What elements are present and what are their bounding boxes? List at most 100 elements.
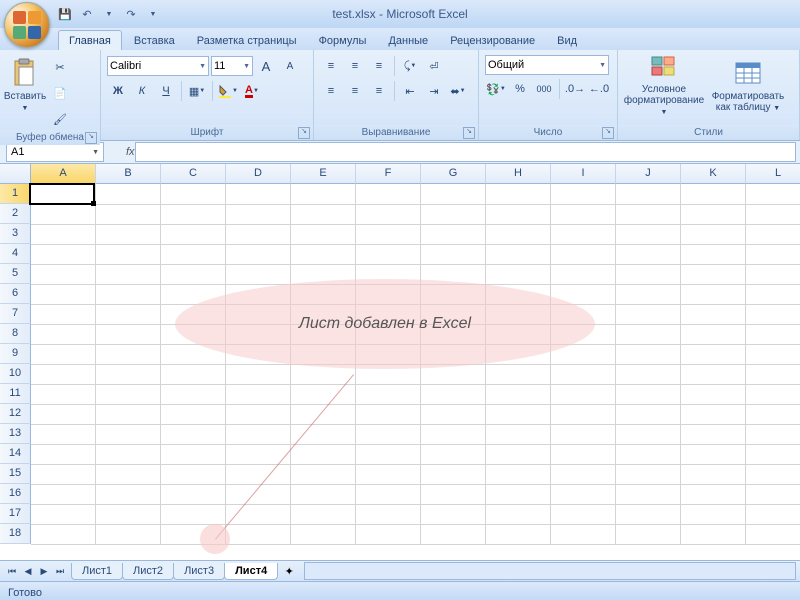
cell[interactable] bbox=[226, 284, 291, 305]
cell[interactable] bbox=[356, 424, 421, 445]
cell[interactable] bbox=[356, 204, 421, 225]
row-header-12[interactable]: 12 bbox=[0, 404, 31, 424]
cell[interactable] bbox=[161, 244, 226, 265]
cell[interactable] bbox=[421, 204, 486, 225]
office-button[interactable] bbox=[4, 2, 50, 48]
align-center-icon[interactable]: ≡ bbox=[344, 80, 366, 102]
cell[interactable] bbox=[421, 444, 486, 465]
row-header-17[interactable]: 17 bbox=[0, 504, 31, 524]
cell[interactable] bbox=[96, 484, 161, 505]
cell[interactable] bbox=[291, 524, 356, 545]
cell[interactable] bbox=[226, 344, 291, 365]
cell[interactable] bbox=[226, 324, 291, 345]
cell[interactable] bbox=[746, 484, 800, 505]
cell[interactable] bbox=[356, 304, 421, 325]
cell[interactable] bbox=[746, 384, 800, 405]
font-size-combo[interactable]: 11▼ bbox=[211, 56, 253, 76]
cell[interactable] bbox=[551, 464, 616, 485]
cell[interactable] bbox=[486, 284, 551, 305]
sheet-tab-3[interactable]: Лист4 bbox=[224, 563, 278, 580]
cell[interactable] bbox=[356, 404, 421, 425]
cell[interactable] bbox=[31, 184, 96, 205]
increase-decimal-icon[interactable]: .0→ bbox=[564, 78, 586, 100]
orientation-icon[interactable]: ⤹▼ bbox=[399, 55, 421, 77]
cell[interactable] bbox=[31, 504, 96, 525]
cell[interactable] bbox=[486, 464, 551, 485]
cell[interactable] bbox=[551, 344, 616, 365]
cell[interactable] bbox=[551, 264, 616, 285]
cell[interactable] bbox=[291, 484, 356, 505]
cell[interactable] bbox=[616, 264, 681, 285]
cell[interactable] bbox=[31, 444, 96, 465]
cell[interactable] bbox=[551, 404, 616, 425]
underline-button[interactable]: Ч bbox=[155, 80, 177, 102]
sheet-first-icon[interactable]: ⏮ bbox=[4, 566, 20, 577]
row-header-6[interactable]: 6 bbox=[0, 284, 31, 304]
ribbon-tab-1[interactable]: Вставка bbox=[124, 31, 185, 50]
cell[interactable] bbox=[616, 284, 681, 305]
cell[interactable] bbox=[226, 184, 291, 205]
cell[interactable] bbox=[421, 504, 486, 525]
cell[interactable] bbox=[551, 524, 616, 545]
cell[interactable] bbox=[421, 324, 486, 345]
sheet-tab-0[interactable]: Лист1 bbox=[71, 563, 123, 580]
sheet-prev-icon[interactable]: ◀ bbox=[20, 566, 36, 577]
horizontal-scrollbar[interactable] bbox=[304, 562, 796, 580]
format-table-button[interactable]: Форматировать как таблицу ▼ bbox=[709, 52, 787, 118]
cell[interactable] bbox=[616, 424, 681, 445]
cell[interactable] bbox=[356, 344, 421, 365]
spreadsheet-grid[interactable]: ABCDEFGHIJKL 123456789101112131415161718… bbox=[0, 164, 800, 560]
cell[interactable] bbox=[31, 204, 96, 225]
cell[interactable] bbox=[746, 204, 800, 225]
cell[interactable] bbox=[161, 184, 226, 205]
cell[interactable] bbox=[161, 524, 226, 545]
merge-icon[interactable]: ⬌▼ bbox=[447, 80, 469, 102]
cell[interactable] bbox=[616, 484, 681, 505]
cell[interactable] bbox=[746, 224, 800, 245]
row-header-1[interactable]: 1 bbox=[0, 184, 31, 204]
cell[interactable] bbox=[96, 504, 161, 525]
cell[interactable] bbox=[356, 504, 421, 525]
cell[interactable] bbox=[31, 364, 96, 385]
cell[interactable] bbox=[291, 444, 356, 465]
cell[interactable] bbox=[226, 424, 291, 445]
cell[interactable] bbox=[291, 264, 356, 285]
cell[interactable] bbox=[486, 264, 551, 285]
cell[interactable] bbox=[681, 204, 746, 225]
cell[interactable] bbox=[31, 304, 96, 325]
cell[interactable] bbox=[421, 344, 486, 365]
cell[interactable] bbox=[356, 224, 421, 245]
cell[interactable] bbox=[486, 344, 551, 365]
row-header-16[interactable]: 16 bbox=[0, 484, 31, 504]
cell[interactable] bbox=[356, 524, 421, 545]
cell[interactable] bbox=[421, 224, 486, 245]
cell[interactable] bbox=[681, 524, 746, 545]
cell[interactable] bbox=[226, 444, 291, 465]
cell[interactable] bbox=[421, 404, 486, 425]
cell[interactable] bbox=[31, 524, 96, 545]
cell[interactable] bbox=[291, 424, 356, 445]
clipboard-launcher-icon[interactable]: ↘ bbox=[85, 132, 97, 144]
format-painter-icon[interactable]: 🖌 bbox=[49, 108, 71, 130]
cell[interactable] bbox=[746, 504, 800, 525]
cell[interactable] bbox=[31, 224, 96, 245]
cell[interactable] bbox=[226, 504, 291, 525]
cell[interactable] bbox=[31, 464, 96, 485]
cell[interactable] bbox=[356, 384, 421, 405]
col-header-K[interactable]: K bbox=[681, 164, 746, 184]
cell[interactable] bbox=[226, 224, 291, 245]
cell[interactable] bbox=[486, 184, 551, 205]
cell[interactable] bbox=[681, 304, 746, 325]
cell[interactable] bbox=[746, 424, 800, 445]
cell[interactable] bbox=[96, 284, 161, 305]
cell[interactable] bbox=[291, 184, 356, 205]
italic-button[interactable]: К bbox=[131, 80, 153, 102]
cell[interactable] bbox=[291, 384, 356, 405]
cell[interactable] bbox=[96, 184, 161, 205]
copy-icon[interactable]: 📄 bbox=[49, 82, 71, 104]
accounting-icon[interactable]: 💱▼ bbox=[485, 78, 507, 100]
cell[interactable] bbox=[616, 204, 681, 225]
bold-button[interactable]: Ж bbox=[107, 80, 129, 102]
cell[interactable] bbox=[226, 244, 291, 265]
cell[interactable] bbox=[226, 464, 291, 485]
